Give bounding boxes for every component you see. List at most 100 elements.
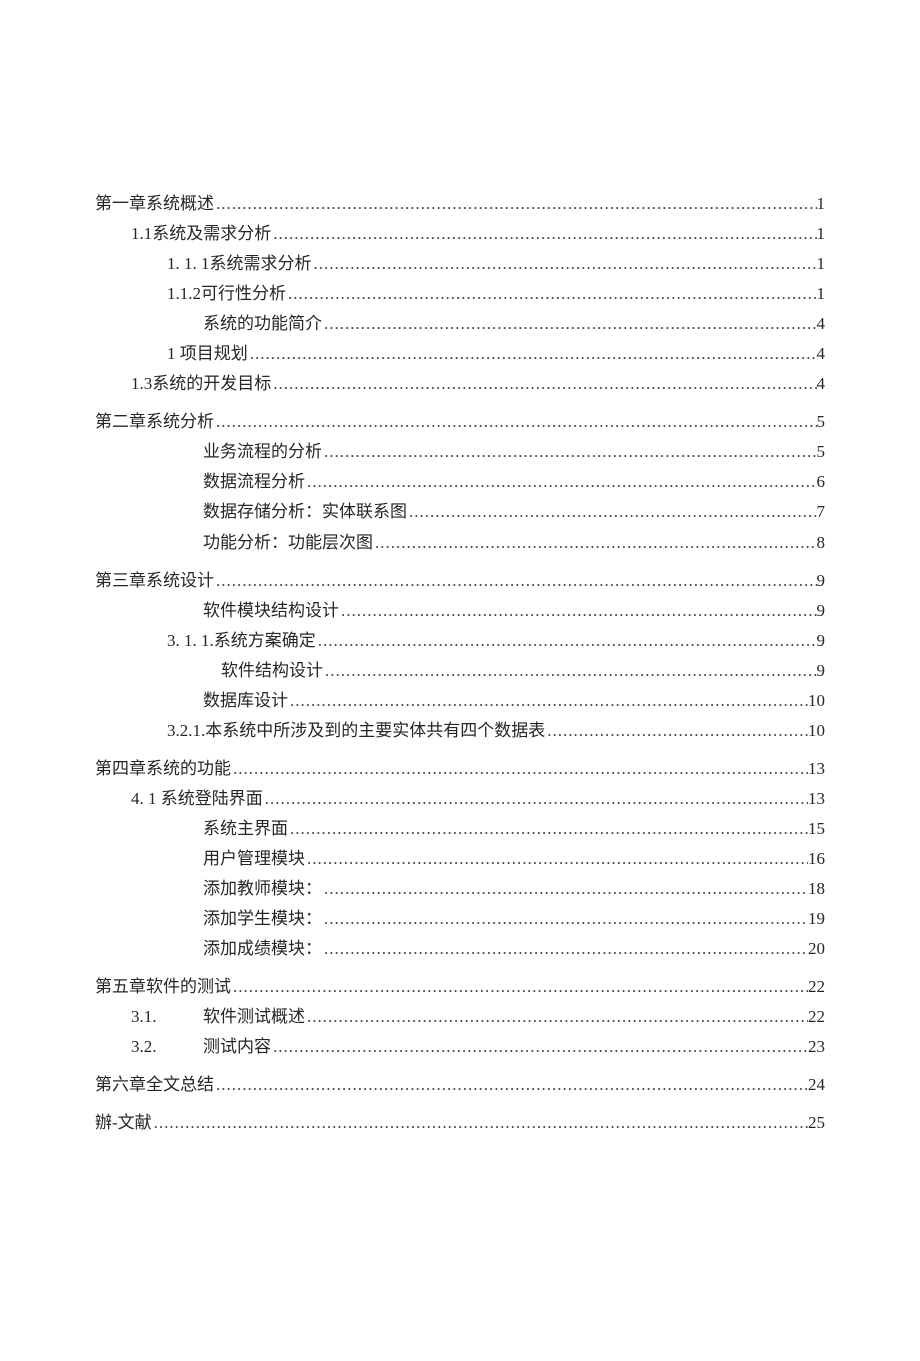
toc-entry-page: 19 xyxy=(808,905,825,933)
toc-entry-title: 数据存储分析：实体联系图 xyxy=(203,498,407,526)
toc-entry-page: 7 xyxy=(817,498,826,526)
toc-entry-title: 第二章系统分析 xyxy=(95,408,214,436)
toc-entry: 3.1.软件测试概述..............................… xyxy=(95,1003,825,1031)
table-of-contents: 第一章系统概述.................................… xyxy=(95,190,825,1137)
toc-entry-title: 用户管理模块 xyxy=(203,845,305,873)
toc-entry-title: 1. 1. 1系统需求分析 xyxy=(167,250,312,278)
toc-entry-title: 3.2.1.本系统中所涉及到的主要实体共有四个数据表 xyxy=(167,717,545,745)
toc-entry-page: 8 xyxy=(817,529,826,557)
toc-entry: 系统的功能简介.................................… xyxy=(95,310,825,338)
toc-leader-dots: ........................................… xyxy=(263,785,808,813)
toc-entry-page: 16 xyxy=(808,845,825,873)
toc-entry-page: 5 xyxy=(817,438,826,466)
toc-entry-title: 软件测试概述 xyxy=(203,1003,305,1031)
toc-leader-dots: ........................................… xyxy=(373,529,817,557)
toc-leader-dots: ........................................… xyxy=(152,1109,808,1137)
toc-entry: 3.2.测试内容................................… xyxy=(95,1033,825,1061)
toc-entry-page: 25 xyxy=(808,1109,825,1137)
toc-leader-dots: ........................................… xyxy=(288,815,808,843)
toc-entry-prefix: 3.2. xyxy=(131,1033,203,1061)
toc-entry-title: 功能分析：功能层次图 xyxy=(203,529,373,557)
toc-entry-title: 1 项目规划 xyxy=(167,340,248,368)
toc-leader-dots: ........................................… xyxy=(322,875,808,903)
toc-entry: 数据库设计...................................… xyxy=(95,687,825,715)
toc-entry-page: 18 xyxy=(808,875,825,903)
toc-leader-dots: ........................................… xyxy=(271,370,816,398)
toc-entry-page: 13 xyxy=(808,785,825,813)
toc-leader-dots: ........................................… xyxy=(316,627,817,655)
toc-entry-title: 1.3系统的开发目标 xyxy=(131,370,271,398)
toc-entry: 第五章软件的测试................................… xyxy=(95,973,825,1001)
toc-entry-page: 9 xyxy=(817,627,826,655)
toc-entry: 第六章全文总结.................................… xyxy=(95,1071,825,1099)
section-gap xyxy=(95,965,825,973)
toc-entry-title: 添加教师模块： xyxy=(203,875,322,903)
toc-entry: 系统主界面...................................… xyxy=(95,815,825,843)
toc-entry: 功能分析：功能层次图..............................… xyxy=(95,529,825,557)
toc-entry: 软件结构设计..................................… xyxy=(95,657,825,685)
toc-entry-title: 1.1系统及需求分析 xyxy=(131,220,271,248)
toc-leader-dots: ........................................… xyxy=(322,905,808,933)
toc-entry: 1. 1. 1系统需求分析...........................… xyxy=(95,250,825,278)
toc-leader-dots: ........................................… xyxy=(323,657,817,685)
toc-entry: 添加成绩模块：.................................… xyxy=(95,935,825,963)
toc-entry: 3. 1. 1.系统方案确定..........................… xyxy=(95,627,825,655)
section-gap xyxy=(95,747,825,755)
toc-entry-title: 辦-文献 xyxy=(95,1109,152,1137)
toc-leader-dots: ........................................… xyxy=(214,408,817,436)
toc-entry-page: 4 xyxy=(817,310,826,338)
toc-entry: 4. 1 系统登陆界面.............................… xyxy=(95,785,825,813)
toc-entry-title: 第六章全文总结 xyxy=(95,1071,214,1099)
toc-entry-page: 4 xyxy=(817,340,826,368)
toc-entry-title: 数据库设计 xyxy=(203,687,288,715)
toc-entry-page: 5 xyxy=(817,408,826,436)
toc-entry-title: 数据流程分析 xyxy=(203,468,305,496)
toc-leader-dots: ........................................… xyxy=(545,717,808,745)
toc-entry-title: 第一章系统概述 xyxy=(95,190,214,218)
toc-leader-dots: ........................................… xyxy=(322,935,808,963)
toc-entry: 1 项目规划..................................… xyxy=(95,340,825,368)
toc-entry-page: 9 xyxy=(817,597,826,625)
toc-entry-page: 9 xyxy=(817,657,826,685)
toc-entry: 辦-文献....................................… xyxy=(95,1109,825,1137)
toc-entry: 3.2.1.本系统中所涉及到的主要实体共有四个数据表..............… xyxy=(95,717,825,745)
toc-entry-page: 9 xyxy=(817,567,826,595)
toc-leader-dots: ........................................… xyxy=(231,755,808,783)
toc-entry: 添加教师模块：.................................… xyxy=(95,875,825,903)
toc-entry: 1.1.2可行性分析..............................… xyxy=(95,280,825,308)
toc-leader-dots: ........................................… xyxy=(214,567,817,595)
toc-leader-dots: ........................................… xyxy=(231,973,808,1001)
toc-leader-dots: ........................................… xyxy=(305,468,817,496)
section-gap xyxy=(95,1101,825,1109)
toc-entry-title: 添加成绩模块： xyxy=(203,935,322,963)
toc-entry-page: 15 xyxy=(808,815,825,843)
toc-entry-page: 10 xyxy=(808,717,825,745)
toc-leader-dots: ........................................… xyxy=(288,687,808,715)
toc-leader-dots: ........................................… xyxy=(305,845,808,873)
toc-entry-title: 第四章系统的功能 xyxy=(95,755,231,783)
toc-entry: 第一章系统概述.................................… xyxy=(95,190,825,218)
toc-entry-page: 4 xyxy=(817,370,826,398)
toc-entry-title: 1.1.2可行性分析 xyxy=(167,280,286,308)
toc-entry: 用户管理模块..................................… xyxy=(95,845,825,873)
toc-leader-dots: ........................................… xyxy=(214,190,817,218)
toc-entry: 添加学生模块：.................................… xyxy=(95,905,825,933)
toc-entry-title: 4. 1 系统登陆界面 xyxy=(131,785,263,813)
toc-entry-page: 24 xyxy=(808,1071,825,1099)
toc-entry: 1.1系统及需求分析..............................… xyxy=(95,220,825,248)
toc-page: 第一章系统概述.................................… xyxy=(0,0,920,1219)
toc-entry-page: 10 xyxy=(808,687,825,715)
toc-entry-page: 6 xyxy=(817,468,826,496)
toc-entry: 第二章系统分析.................................… xyxy=(95,408,825,436)
toc-leader-dots: ........................................… xyxy=(271,1033,808,1061)
toc-entry-title: 系统的功能简介 xyxy=(203,310,322,338)
toc-leader-dots: ........................................… xyxy=(339,597,817,625)
toc-entry-page: 23 xyxy=(808,1033,825,1061)
toc-entry-page: 1 xyxy=(817,280,826,308)
toc-leader-dots: ........................................… xyxy=(312,250,817,278)
toc-leader-dots: ........................................… xyxy=(305,1003,808,1031)
toc-entry-page: 22 xyxy=(808,973,825,1001)
toc-entry-title: 软件模块结构设计 xyxy=(203,597,339,625)
toc-entry: 数据流程分析..................................… xyxy=(95,468,825,496)
toc-entry-prefix: 3.1. xyxy=(131,1003,203,1031)
